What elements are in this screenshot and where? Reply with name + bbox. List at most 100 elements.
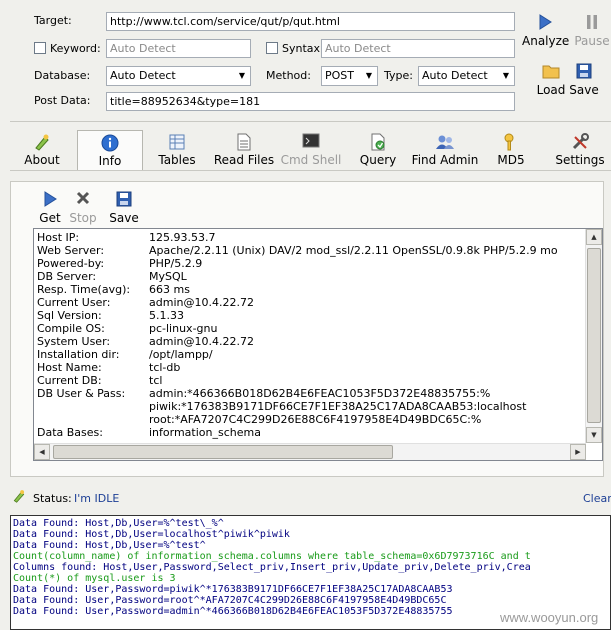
md5-icon	[494, 133, 528, 153]
info-value: pc-linux-gnu	[149, 322, 218, 335]
tab-tables[interactable]: Tables	[154, 130, 200, 170]
info-key: Data Bases:	[37, 426, 103, 439]
postdata-input[interactable]: title=88952634&type=181	[106, 92, 515, 111]
console-line: Count(*) of mysql.user is 3	[13, 573, 176, 584]
tab-info-label: Info	[98, 154, 122, 168]
database-select-value: Auto Detect	[110, 69, 176, 82]
info-key: Sql Version:	[37, 309, 102, 322]
console-line: Data Found: User,Password=piwik^*176383B…	[13, 584, 453, 595]
tab-find-admin[interactable]: Find Admin	[411, 130, 479, 170]
info-value: admin:*466366B018D62B4E6FEAC1053F5D372E4…	[149, 387, 491, 400]
scroll-down-icon[interactable]: ▼	[586, 427, 602, 443]
tab-info[interactable]: Info	[77, 130, 143, 170]
info-save-button[interactable]: Save	[108, 191, 140, 225]
info-value: root:*AFA7207C4C299D26E88C6F4197958E4D49…	[149, 413, 482, 426]
info-textbox[interactable]: Host IP: 125.93.53.7 Web Server: Apache/2.2…	[33, 228, 603, 461]
tab-query[interactable]: Query	[358, 130, 398, 170]
keyword-checkbox[interactable]	[34, 42, 46, 54]
tab-read-files-label: Read Files	[213, 153, 275, 167]
syntax-input[interactable]: Auto Detect	[321, 39, 515, 58]
tabs-divider	[10, 170, 611, 171]
vertical-scrollbar[interactable]: ▲ ▼	[585, 229, 602, 443]
info-key: Web Server:	[37, 244, 105, 257]
clear-button[interactable]: Clear	[583, 492, 611, 505]
info-value: admin@10.4.22.72	[149, 335, 254, 348]
horizontal-scrollbar[interactable]: ◀ ▶	[34, 443, 586, 460]
tab-about[interactable]: About	[20, 130, 64, 170]
save-button[interactable]: Save	[568, 63, 600, 97]
pause-button[interactable]: Pause	[572, 14, 611, 48]
play-icon	[522, 14, 568, 34]
tab-cmd-shell[interactable]: Cmd Shell	[280, 130, 342, 170]
info-key: Installation dir:	[37, 348, 120, 361]
scroll-left-icon[interactable]: ◀	[34, 444, 50, 460]
info-value: tcl	[149, 374, 163, 387]
console-line: Data Found: User,Password=root^*AFA7207C…	[13, 595, 447, 606]
target-input[interactable]: http://www.tcl.com/service/qut/p/qut.htm…	[106, 12, 515, 31]
get-button[interactable]: Get	[36, 191, 64, 225]
info-save-label: Save	[109, 211, 139, 225]
scroll-thumb[interactable]	[587, 248, 601, 423]
folder-icon	[534, 63, 568, 83]
pause-label: Pause	[574, 34, 610, 48]
tab-settings[interactable]: Settings	[552, 130, 608, 170]
load-button[interactable]: Load	[534, 63, 568, 97]
find-admin-icon	[411, 133, 479, 153]
scroll-right-icon[interactable]: ▶	[570, 444, 586, 460]
chevron-down-icon: ▼	[365, 71, 373, 80]
pause-icon	[572, 14, 611, 34]
tab-cmd-shell-label: Cmd Shell	[280, 153, 342, 167]
method-label: Method:	[266, 69, 311, 82]
info-value: 663 ms	[149, 283, 190, 296]
syntax-checkbox[interactable]	[266, 42, 278, 54]
watermark: www.wooyun.org	[500, 610, 599, 625]
tab-settings-label: Settings	[555, 153, 605, 167]
floppy-icon	[568, 63, 600, 83]
type-label: Type:	[384, 69, 413, 82]
info-key: Powered-by:	[37, 257, 105, 270]
info-icon	[78, 134, 142, 154]
scroll-up-icon[interactable]: ▲	[586, 229, 602, 245]
status-icon	[12, 489, 26, 506]
keyword-label: Keyword:	[50, 42, 101, 55]
console-line: Data Found: Host,Db,User=localhost^piwik…	[13, 529, 290, 540]
info-key: Resp. Time(avg):	[37, 283, 131, 296]
get-label: Get	[39, 211, 61, 225]
info-key: DB User & Pass:	[37, 387, 126, 400]
console-line: Data Found: User,Password=admin^*466366B…	[13, 606, 453, 617]
tables-icon	[154, 133, 200, 153]
method-select[interactable]: POST ▼	[321, 66, 378, 86]
chevron-down-icon: ▼	[238, 71, 246, 80]
chevron-down-icon: ▼	[502, 71, 510, 80]
info-key: Host IP:	[37, 231, 80, 244]
tab-read-files[interactable]: Read Files	[212, 130, 276, 170]
info-value: tcl-db	[149, 361, 181, 374]
divider	[10, 121, 611, 122]
analyze-label: Analyze	[522, 34, 570, 48]
keyword-input[interactable]: Auto Detect	[106, 39, 251, 58]
stop-label: Stop	[69, 211, 97, 225]
analyze-button[interactable]: Analyze	[522, 14, 570, 48]
target-label: Target:	[34, 14, 72, 27]
info-value: MySQL	[149, 270, 187, 283]
stop-button[interactable]: Stop	[67, 191, 99, 225]
database-select[interactable]: Auto Detect ▼	[106, 66, 251, 86]
save-label: Save	[569, 83, 599, 97]
info-value: 5.1.33	[149, 309, 184, 322]
close-icon	[67, 191, 99, 211]
h-scroll-thumb[interactable]	[53, 445, 393, 459]
syntax-label: Syntax:	[282, 42, 324, 55]
play-icon	[36, 191, 64, 211]
info-key: System User:	[37, 335, 111, 348]
tab-md5-label: MD5	[497, 153, 525, 167]
info-key: Current DB:	[37, 374, 102, 387]
type-select[interactable]: Auto Detect ▼	[418, 66, 515, 86]
tab-tables-label: Tables	[158, 153, 196, 167]
info-value: information_schema	[149, 426, 261, 439]
info-value: piwik:*176383B9171DF66CE7F1EF38A25C17ADA…	[149, 400, 527, 413]
info-value: /opt/lampp/	[149, 348, 213, 361]
tab-find-admin-label: Find Admin	[411, 153, 479, 167]
console-line: Data Found: Host,Db,User=%^test\_%^	[13, 518, 224, 529]
info-key: DB Server:	[37, 270, 97, 283]
tab-md5[interactable]: MD5	[494, 130, 528, 170]
